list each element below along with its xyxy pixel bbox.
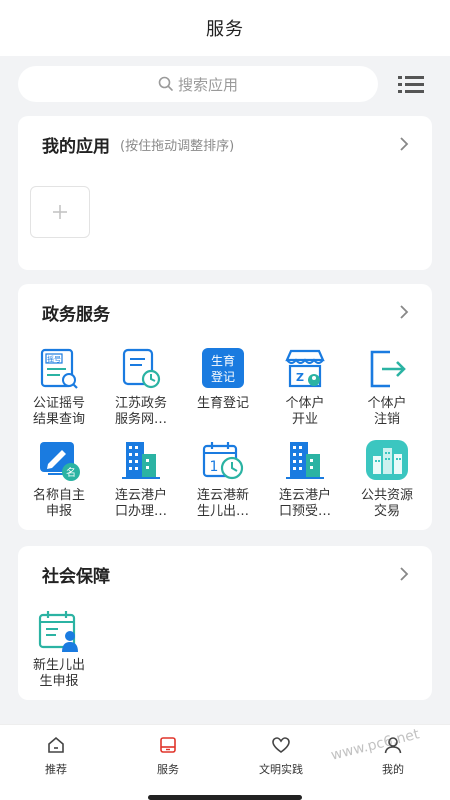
notary-lottery-icon: 摇号 [40,348,78,389]
shop-icon: Z [285,349,325,388]
svg-text:摇号: 摇号 [47,355,61,364]
home-indicator [148,795,302,800]
chevron-right-icon [400,567,409,581]
svg-text:Z: Z [296,371,304,384]
svg-text:生育: 生育 [211,353,235,368]
app-header: 服务 [0,0,450,56]
plus-icon [53,205,67,219]
bottom-tab-bar: 推荐 服务 文明实践 我的 www.pc6.net [0,724,450,800]
tab-label: 文明实践 [259,763,303,776]
social-security-card: 社会保障 新生儿出 生申报 [18,546,432,700]
svg-text:登记: 登记 [211,369,235,384]
app-label: 公证摇号 结果查询 [32,396,85,427]
birth-registration-icon: 生育 登记 [202,348,244,388]
tab-label: 我的 [382,763,404,776]
building-icon [286,442,324,479]
heart-icon [272,737,290,753]
app-jiangsu-gov[interactable]: 江苏政务 服务网… [100,346,182,428]
building-icon [122,442,160,479]
name-declare-icon: 名 [40,442,80,481]
app-business-close[interactable]: 个体户 注销 [346,346,428,428]
app-lyg-hukou-pre[interactable]: 连云港户 口预受… [264,438,346,520]
my-apps-hint: (按住拖动调整排序) [120,138,235,154]
my-apps-title: 我的应用 [42,136,110,157]
page-title: 服务 [206,19,244,40]
app-label: 名称自主 申报 [32,488,85,519]
newborn-calendar-icon [38,611,78,652]
app-notary-lottery[interactable]: 摇号 公证摇号 结果查询 [18,346,100,428]
gov-services-header[interactable]: 政务服务 [18,284,432,340]
app-label: 连云港新 生儿出… [196,488,249,519]
social-security-title: 社会保障 [42,566,110,587]
public-resource-icon [366,440,408,480]
app-label: 个体户 开业 [285,396,325,427]
my-apps-card: 我的应用 (按住拖动调整排序) [18,116,432,270]
gov-services-title: 政务服务 [42,304,110,325]
chevron-right-icon [400,137,409,151]
app-newborn-declare[interactable]: 新生儿出 生申报 [18,608,100,690]
app-business-open[interactable]: Z 个体户 开业 [264,346,346,428]
search-icon [158,76,173,91]
app-label: 个体户 注销 [367,396,407,427]
tab-label: 推荐 [45,763,67,776]
search-row: 搜索应用 [0,56,450,112]
app-label: 连云港户 口办理… [114,488,167,519]
svg-text:名: 名 [66,466,76,479]
search-input[interactable]: 搜索应用 [18,66,378,102]
tab-recommend[interactable]: 推荐 [16,735,96,777]
app-lyg-newborn[interactable]: 1 连云港新 生儿出… [182,438,264,520]
document-clock-icon [122,348,161,389]
app-label: 生育登记 [196,396,249,411]
app-label: 江苏政务 服务网… [114,396,167,427]
my-apps-header[interactable]: 我的应用 (按住拖动调整排序) [18,116,432,172]
tab-service[interactable]: 服务 [128,735,208,777]
chevron-right-icon [400,305,409,319]
search-placeholder: 搜索应用 [177,75,238,94]
app-name-declare[interactable]: 名 名称自主 申报 [18,438,100,520]
app-label: 新生儿出 生申报 [32,658,85,689]
app-public-resource[interactable]: 公共资源 交易 [346,438,428,520]
app-label: 公共资源 交易 [360,488,413,519]
list-menu-icon[interactable] [398,74,424,94]
social-security-header[interactable]: 社会保障 [18,546,432,602]
home-icon [48,736,64,753]
app-lyg-hukou[interactable]: 连云港户 口办理… [100,438,182,520]
add-app-button[interactable] [30,186,90,238]
app-birth-registration[interactable]: 生育 登记 生育登记 [182,346,264,412]
tab-label: 服务 [157,763,179,776]
tab-civilization-practice[interactable]: 文明实践 [241,735,321,777]
calendar-clock-icon: 1 [202,442,244,480]
exit-icon [370,350,406,388]
gov-services-card: 政务服务 摇号 公证摇号 结果查询 江苏政务 服务网… 生育 登记 生育登记 Z… [18,284,432,530]
service-icon [160,737,176,753]
app-label: 连云港户 口预受… [278,488,331,519]
svg-text:1: 1 [210,459,219,475]
